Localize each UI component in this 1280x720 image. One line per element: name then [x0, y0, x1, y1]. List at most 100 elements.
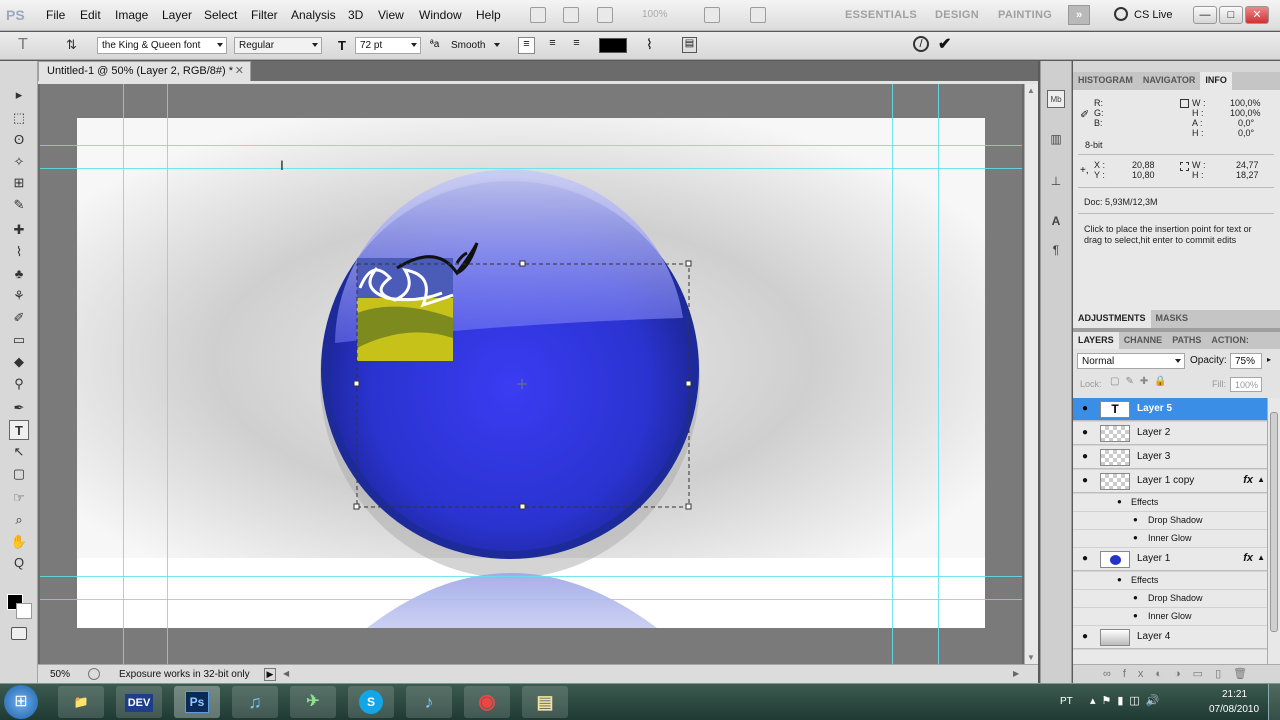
- background-color-swatch[interactable]: [16, 603, 32, 619]
- paragraph-icon[interactable]: ¶: [1047, 241, 1065, 259]
- document-tab[interactable]: Untitled-1 @ 50% (Layer 2, RGB/8#) * ✕: [38, 61, 251, 81]
- extras-icon[interactable]: [597, 7, 613, 23]
- quick-select-tool-icon[interactable]: ✧: [9, 152, 29, 172]
- tab-adjustments[interactable]: ADJUSTMENTS: [1073, 310, 1151, 328]
- menu-edit[interactable]: Edit: [80, 8, 101, 22]
- dodge-tool-icon[interactable]: ⚲: [9, 374, 29, 394]
- eye-icon[interactable]: ●: [1133, 533, 1138, 542]
- menu-help[interactable]: Help: [476, 8, 501, 22]
- taskbar-dev[interactable]: DEV: [116, 686, 162, 718]
- status-menu-icon[interactable]: ▶: [264, 668, 276, 681]
- eye-icon[interactable]: ●: [1079, 427, 1091, 439]
- taskbar-music[interactable]: ♪: [406, 686, 452, 718]
- fx-icon[interactable]: fx: [1243, 474, 1253, 486]
- clone-source-icon[interactable]: ⊥: [1047, 172, 1065, 190]
- 3d-orbit-tool-icon[interactable]: ⌕: [9, 510, 29, 530]
- document-canvas[interactable]: [77, 118, 985, 628]
- taskbar-photoshop[interactable]: Ps: [174, 686, 220, 718]
- menu-file[interactable]: File: [46, 8, 65, 22]
- tab-histogram[interactable]: HISTOGRAM: [1073, 72, 1138, 90]
- taskbar-skype[interactable]: S: [348, 686, 394, 718]
- arrange-icon[interactable]: [704, 7, 720, 23]
- blend-mode-select[interactable]: Normal: [1077, 353, 1185, 369]
- character-panel-icon[interactable]: ▤: [682, 37, 697, 53]
- warp-text-icon[interactable]: ⌇: [646, 36, 653, 53]
- eye-icon[interactable]: ●: [1133, 611, 1138, 620]
- effect-row-inner-glow[interactable]: ● Inner Glow: [1073, 608, 1267, 626]
- tab-actions[interactable]: ACTION:: [1206, 332, 1254, 349]
- taskbar-messenger[interactable]: ✈: [290, 686, 336, 718]
- scroll-down-icon[interactable]: ▼: [1027, 653, 1035, 662]
- layer-row-layer-4[interactable]: ● Layer 4: [1073, 626, 1267, 649]
- eye-icon[interactable]: ●: [1079, 553, 1091, 565]
- layers-footer-icons[interactable]: ∞fx◐◑▭▯🗑: [1103, 667, 1259, 680]
- align-left-icon[interactable]: ≡: [518, 37, 535, 54]
- effect-row-inner-glow[interactable]: ● Inner Glow: [1073, 530, 1267, 548]
- canvas-area[interactable]: I: [40, 84, 1022, 664]
- eye-icon[interactable]: ●: [1079, 631, 1091, 643]
- workspace-essentials[interactable]: ESSENTIALS: [845, 9, 917, 21]
- show-desktop-button[interactable]: [1268, 684, 1280, 720]
- eye-icon[interactable]: ●: [1133, 515, 1138, 524]
- clock-time[interactable]: 21:21: [1222, 689, 1247, 700]
- font-family-select[interactable]: the King & Queen font: [97, 37, 227, 54]
- menu-3d[interactable]: 3D: [348, 8, 363, 22]
- layer-row-layer-1[interactable]: ● Layer 1 fx ▲: [1073, 548, 1267, 571]
- path-selection-tool-icon[interactable]: ↖: [9, 442, 29, 462]
- layer-row-layer-2[interactable]: ● Layer 2: [1073, 422, 1267, 445]
- eye-icon[interactable]: ●: [1079, 451, 1091, 463]
- menu-filter[interactable]: Filter: [251, 8, 278, 22]
- brush-tool-icon[interactable]: ⌇: [9, 242, 29, 262]
- effects-row[interactable]: ● Effects: [1073, 494, 1267, 512]
- text-orientation-icon[interactable]: ⇅: [66, 37, 77, 53]
- lasso-tool-icon[interactable]: ʘ: [9, 130, 29, 150]
- clock-date[interactable]: 07/08/2010: [1209, 704, 1259, 715]
- character-icon[interactable]: A: [1047, 212, 1065, 230]
- clone-stamp-tool-icon[interactable]: ♣: [9, 264, 29, 284]
- blur-tool-icon[interactable]: ◆: [9, 352, 29, 372]
- menu-analysis[interactable]: Analysis: [291, 8, 336, 22]
- tab-info[interactable]: INFO: [1200, 72, 1232, 90]
- align-right-icon[interactable]: ≡: [568, 37, 585, 54]
- minimize-button[interactable]: —: [1193, 6, 1217, 24]
- font-size-select[interactable]: 72 pt: [355, 37, 421, 54]
- mini-bridge-icon[interactable]: Mb: [1047, 90, 1065, 108]
- layers-scrollbar[interactable]: [1267, 398, 1280, 664]
- scroll-left-icon[interactable]: ◀: [283, 669, 289, 678]
- menu-window[interactable]: Window: [419, 8, 462, 22]
- minibridge-icon[interactable]: [563, 7, 579, 23]
- 3d-rotate-tool-icon[interactable]: ☞: [9, 488, 29, 508]
- crop-tool-icon[interactable]: ⊞: [9, 173, 29, 193]
- vertical-scrollbar[interactable]: ▲ ▼: [1024, 84, 1038, 664]
- more-workspaces-icon[interactable]: »: [1068, 5, 1090, 25]
- menu-select[interactable]: Select: [204, 8, 237, 22]
- cancel-edit-icon[interactable]: /: [913, 36, 929, 52]
- status-info-icon[interactable]: [88, 668, 100, 680]
- eye-icon[interactable]: ●: [1079, 403, 1091, 415]
- expand-effects-icon[interactable]: ▲: [1257, 475, 1265, 484]
- taskbar-chrome[interactable]: ◉: [464, 686, 510, 718]
- type-tool-icon[interactable]: T: [9, 420, 29, 440]
- layer-row-layer-3[interactable]: ● Layer 3: [1073, 446, 1267, 469]
- tab-layers[interactable]: LAYERS: [1073, 332, 1119, 349]
- zoom-tool-icon[interactable]: Q: [9, 553, 29, 573]
- scroll-up-icon[interactable]: ▲: [1027, 86, 1035, 95]
- marquee-tool-icon[interactable]: ⬚: [9, 108, 29, 128]
- text-tool-icon[interactable]: T: [18, 36, 28, 54]
- scroll-right-icon[interactable]: ▶: [1013, 669, 1019, 678]
- screen-mode-icon[interactable]: [750, 7, 766, 23]
- lock-icons[interactable]: ▢✎✚🔒: [1110, 376, 1173, 387]
- tab-navigator[interactable]: NAVIGATOR: [1138, 72, 1201, 90]
- font-style-select[interactable]: Regular: [234, 37, 322, 54]
- shape-tool-icon[interactable]: ▢: [9, 464, 29, 484]
- taskbar-notepad[interactable]: ▤: [522, 686, 568, 718]
- eye-icon[interactable]: ●: [1079, 475, 1091, 487]
- eye-icon[interactable]: ●: [1117, 575, 1122, 584]
- workspace-design[interactable]: DESIGN: [935, 9, 979, 21]
- expand-effects-icon[interactable]: ▲: [1257, 553, 1265, 562]
- cslive-menu[interactable]: CS Live: [1134, 9, 1173, 21]
- maximize-button[interactable]: □: [1219, 6, 1243, 24]
- layers-scroll-thumb[interactable]: [1270, 412, 1278, 632]
- effect-row-drop-shadow[interactable]: ● Drop Shadow: [1073, 590, 1267, 608]
- antialias-select[interactable]: Smooth: [446, 37, 504, 54]
